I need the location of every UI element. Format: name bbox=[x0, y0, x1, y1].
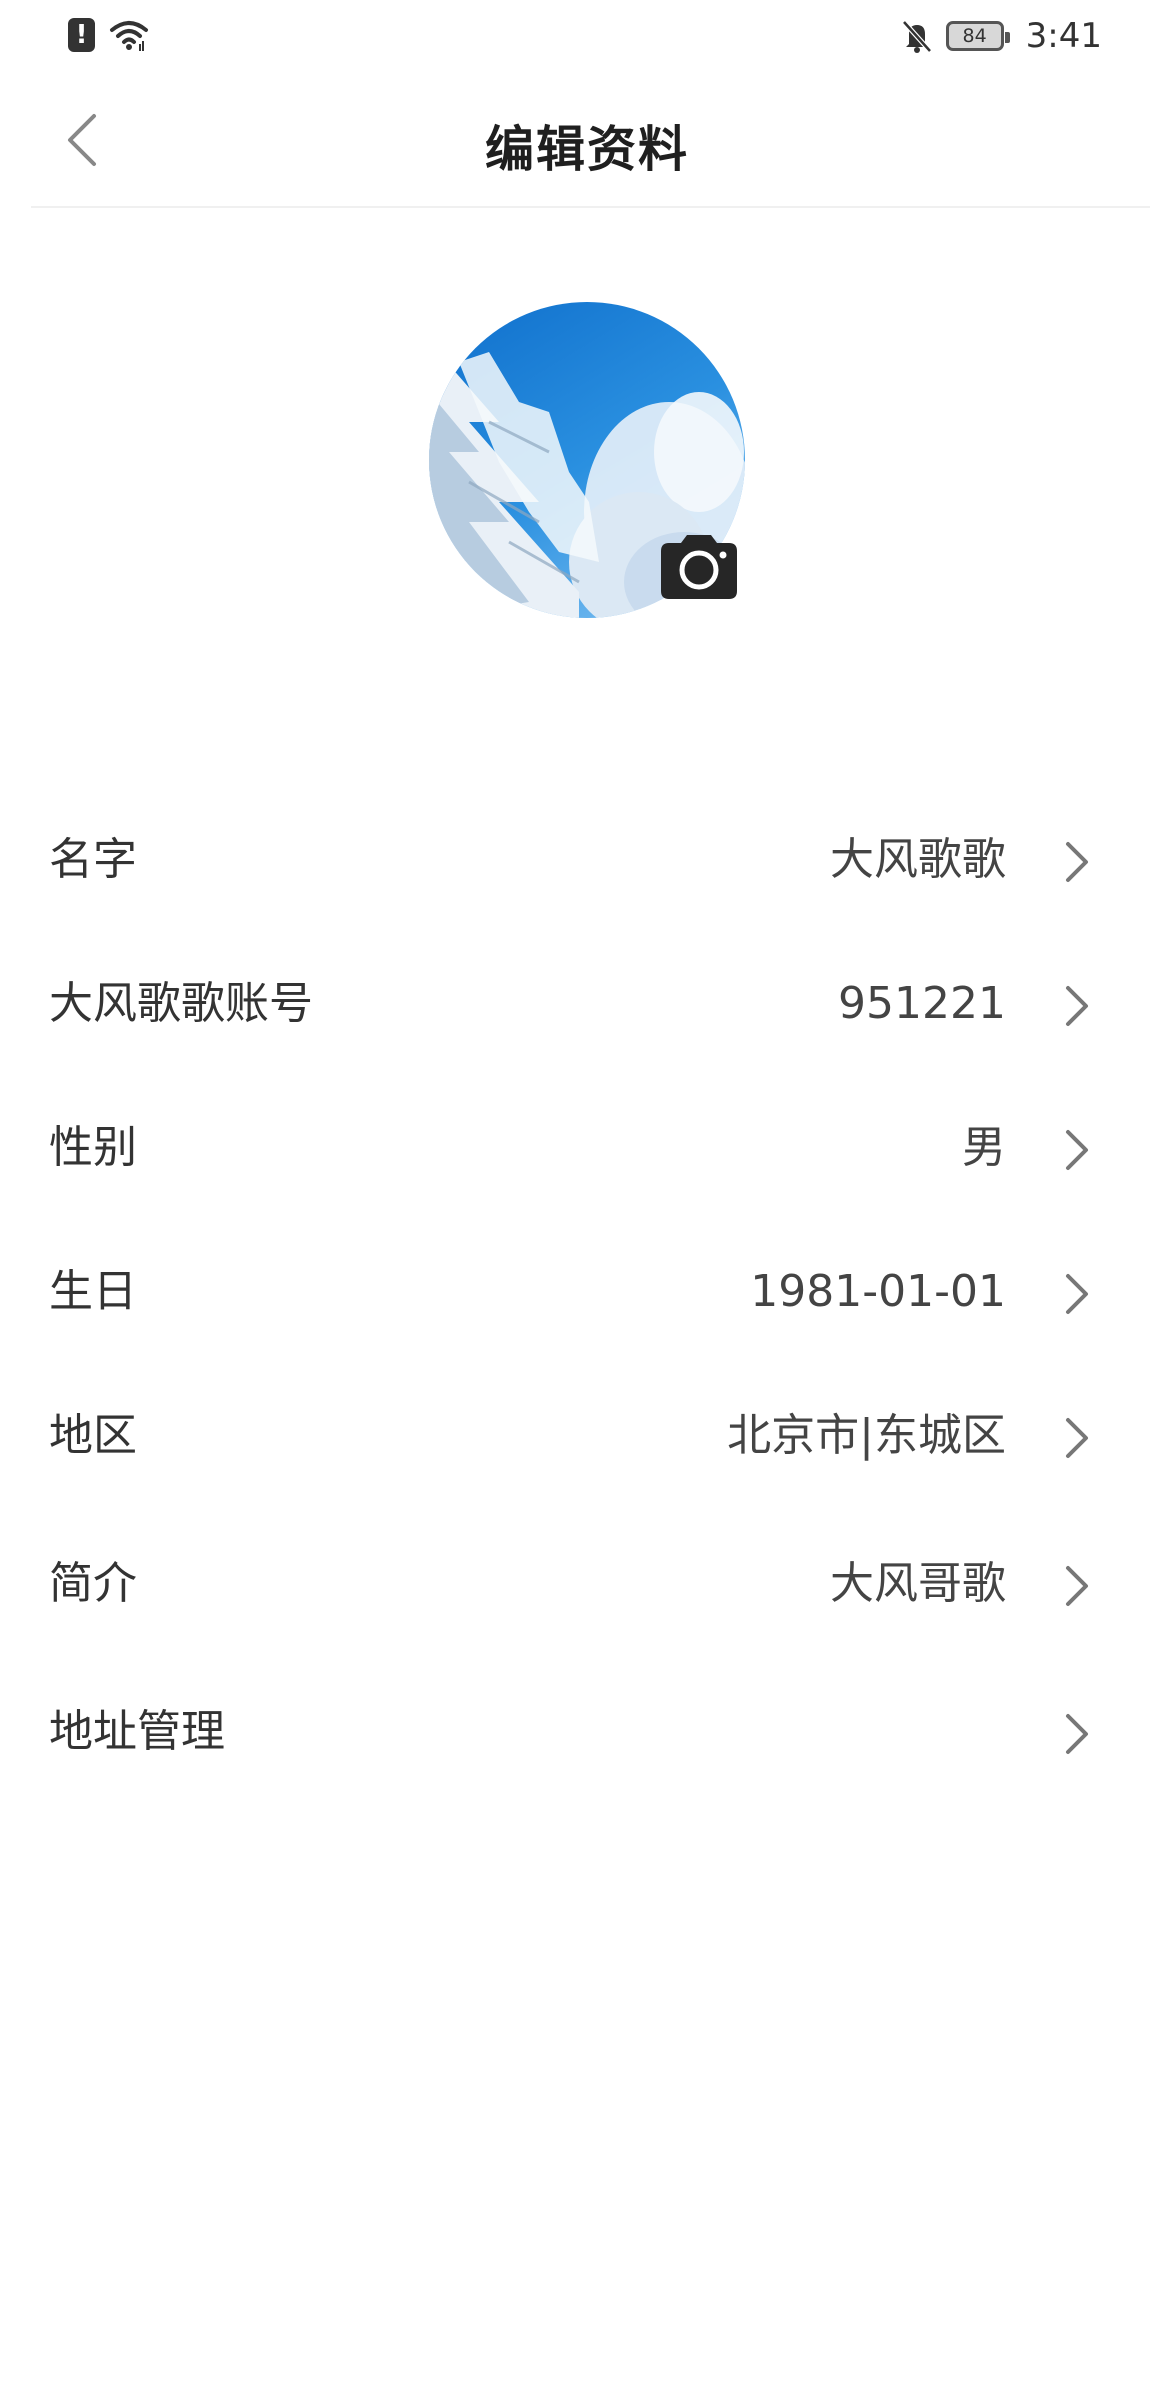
status-bar-left bbox=[68, 18, 149, 52]
row-bio[interactable]: 简介 大风哥歌 bbox=[0, 1524, 1174, 1644]
battery-indicator: 84 bbox=[945, 21, 1010, 51]
nav-bar: 编辑资料 bbox=[0, 72, 1174, 208]
wifi-icon bbox=[110, 21, 148, 51]
status-bar-right: 84 3:41 bbox=[900, 16, 1102, 56]
chevron-right-icon bbox=[1066, 1418, 1088, 1458]
row-value: 大风哥歌 bbox=[830, 1558, 1006, 1609]
chevron-right-icon bbox=[1066, 986, 1088, 1026]
status-time: 3:41 bbox=[1025, 16, 1102, 56]
row-label: 生日 bbox=[49, 1266, 137, 1317]
row-label: 大风歌歌账号 bbox=[49, 978, 313, 1029]
alert-icon bbox=[68, 18, 95, 52]
bell-mute-icon bbox=[901, 20, 932, 53]
page-title: 编辑资料 bbox=[484, 121, 689, 178]
row-name[interactable]: 名字 大风歌歌 bbox=[0, 800, 1174, 920]
row-value: 951221 bbox=[838, 978, 1006, 1029]
row-value: 1981-01-01 bbox=[750, 1266, 1006, 1317]
chevron-right-icon bbox=[1066, 1566, 1088, 1606]
row-label: 地区 bbox=[49, 1410, 137, 1461]
row-value: 男 bbox=[962, 1122, 1006, 1173]
row-label: 性别 bbox=[49, 1122, 137, 1173]
chevron-right-icon bbox=[1066, 1274, 1088, 1314]
row-value: 北京市|东城区 bbox=[727, 1410, 1006, 1461]
avatar-button[interactable] bbox=[429, 302, 747, 620]
row-birthday[interactable]: 生日 1981-01-01 bbox=[0, 1232, 1174, 1352]
row-region[interactable]: 地区 北京市|东城区 bbox=[0, 1376, 1174, 1496]
row-account[interactable]: 大风歌歌账号 951221 bbox=[0, 944, 1174, 1064]
chevron-right-icon bbox=[1066, 1130, 1088, 1170]
row-label: 地址管理 bbox=[49, 1706, 225, 1757]
row-address-management[interactable]: 地址管理 bbox=[0, 1672, 1174, 1792]
status-bar: 84 3:41 bbox=[0, 0, 1174, 72]
chevron-right-icon bbox=[1066, 842, 1088, 882]
row-value: 大风歌歌 bbox=[830, 834, 1006, 885]
row-gender[interactable]: 性别 男 bbox=[0, 1088, 1174, 1208]
camera-icon bbox=[661, 535, 737, 599]
row-label: 简介 bbox=[49, 1558, 137, 1609]
header-divider bbox=[31, 206, 1150, 208]
row-label: 名字 bbox=[49, 834, 137, 885]
chevron-right-icon bbox=[1066, 1714, 1088, 1754]
